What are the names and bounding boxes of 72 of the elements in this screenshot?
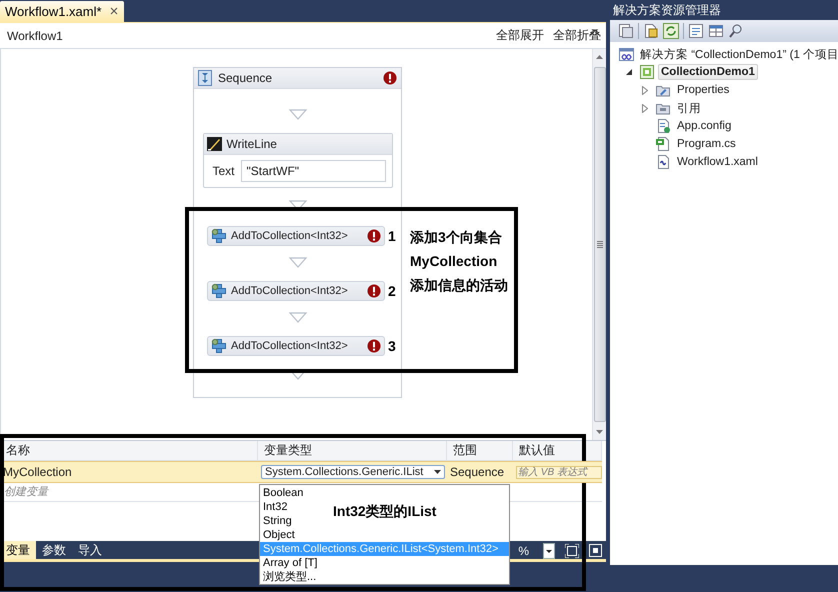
annotation-text: 添加3个向集合 MyCollection 添加信息的活动 — [410, 228, 508, 295]
plus-icon — [211, 338, 227, 354]
step-number: 2 — [388, 283, 396, 299]
tree-item[interactable]: Program.cs — [674, 136, 739, 152]
dropdown-arrow-icon — [434, 470, 441, 474]
sequence-icon — [198, 70, 212, 86]
header-link[interactable]: 全部折叠 — [553, 27, 601, 44]
collapsed-arrow-icon[interactable] — [642, 104, 648, 112]
tree-item[interactable]: 引用 — [674, 98, 704, 118]
create-variable-field[interactable]: 创建变量 — [0, 483, 151, 501]
activity-title: Sequence — [218, 71, 274, 85]
overview-map-icon[interactable] — [589, 544, 602, 557]
dropdown-option[interactable]: Array of [T] — [260, 556, 320, 570]
table-icon[interactable] — [708, 23, 724, 39]
dropdown-option[interactable]: Object — [260, 528, 298, 542]
magnifier-icon[interactable] — [728, 23, 744, 39]
close-button[interactable]: × — [110, 4, 118, 19]
designer-tab[interactable]: 参数 — [36, 541, 72, 560]
designer-tab[interactable]: 导入 — [72, 541, 108, 560]
column-header[interactable]: 默认值 — [513, 441, 602, 461]
default-value-field[interactable]: 输入 VB 表达式 — [516, 466, 602, 478]
activity-block[interactable]: AddToCollection<Int32> — [207, 336, 385, 356]
drop-point-icon — [288, 312, 306, 323]
dropdown-option[interactable]: Int32 — [260, 500, 290, 514]
refresh-icon[interactable] — [663, 23, 679, 39]
column-header[interactable]: 变量类型 — [258, 441, 447, 461]
project-icon — [639, 64, 655, 80]
solution-icon — [618, 46, 634, 62]
xaml-file-icon — [655, 154, 671, 170]
step-number: 1 — [388, 228, 396, 244]
zoom-level: % — [518, 544, 529, 558]
dropdown-option[interactable]: Boolean — [260, 486, 306, 500]
pages-icon[interactable] — [618, 23, 634, 39]
zoom-dropdown-icon[interactable] — [543, 542, 555, 558]
text-field[interactable]: "StartWF" — [240, 160, 386, 182]
tree-item[interactable]: CollectionDemo1 — [658, 64, 758, 80]
expanded-arrow-icon[interactable] — [626, 69, 632, 75]
fit-to-screen-icon[interactable] — [565, 544, 579, 558]
files-icon[interactable] — [643, 23, 659, 39]
field-label: Text — [212, 164, 235, 178]
tree-item[interactable]: Workflow1.xaml — [674, 154, 761, 170]
column-header[interactable]: 范围 — [447, 441, 513, 461]
activity-title: WriteLine — [226, 137, 278, 151]
scroll-down-icon — [596, 430, 603, 434]
scroll-up-icon — [596, 55, 603, 59]
header-link[interactable]: 全部展开 — [496, 27, 544, 44]
grip-icon — [596, 241, 602, 248]
plus-icon — [211, 283, 227, 299]
annotation-text: Int32类型的IList — [333, 502, 436, 521]
drop-point-icon — [288, 109, 306, 120]
writeline-icon — [206, 137, 222, 151]
plus-icon — [211, 228, 227, 244]
dropdown-option[interactable]: String — [260, 514, 295, 528]
breadcrumb[interactable]: Workflow1 — [7, 28, 63, 42]
writeline-activity[interactable]: WriteLine Text "StartWF" — [202, 133, 392, 188]
tree-item[interactable]: Properties — [674, 82, 732, 98]
activity-block[interactable]: AddToCollection<Int32> — [207, 226, 385, 246]
document-tab[interactable]: Workflow1.xaml* × — [0, 1, 124, 22]
panel-title: 解决方案资源管理器 — [612, 2, 722, 18]
document-icon[interactable] — [688, 23, 704, 39]
activity-block[interactable]: AddToCollection<Int32> — [207, 281, 385, 301]
code-file-icon — [655, 136, 671, 152]
tree-item[interactable]: 解决方案 “CollectionDemo1” (1 个项目 — [637, 44, 838, 64]
collapsed-arrow-icon[interactable] — [642, 86, 648, 94]
scope-cell: Sequence — [447, 461, 513, 483]
tree-item[interactable]: App.config — [674, 118, 734, 134]
vertical-scrollbar[interactable] — [592, 49, 606, 440]
type-combo-box[interactable]: System.Collections.Generic.IList — [261, 465, 445, 479]
drop-point-icon — [288, 257, 306, 268]
step-number: 3 — [388, 338, 396, 354]
config-file-icon — [655, 118, 671, 134]
dropdown-option[interactable]: 浏览类型... — [260, 570, 320, 584]
